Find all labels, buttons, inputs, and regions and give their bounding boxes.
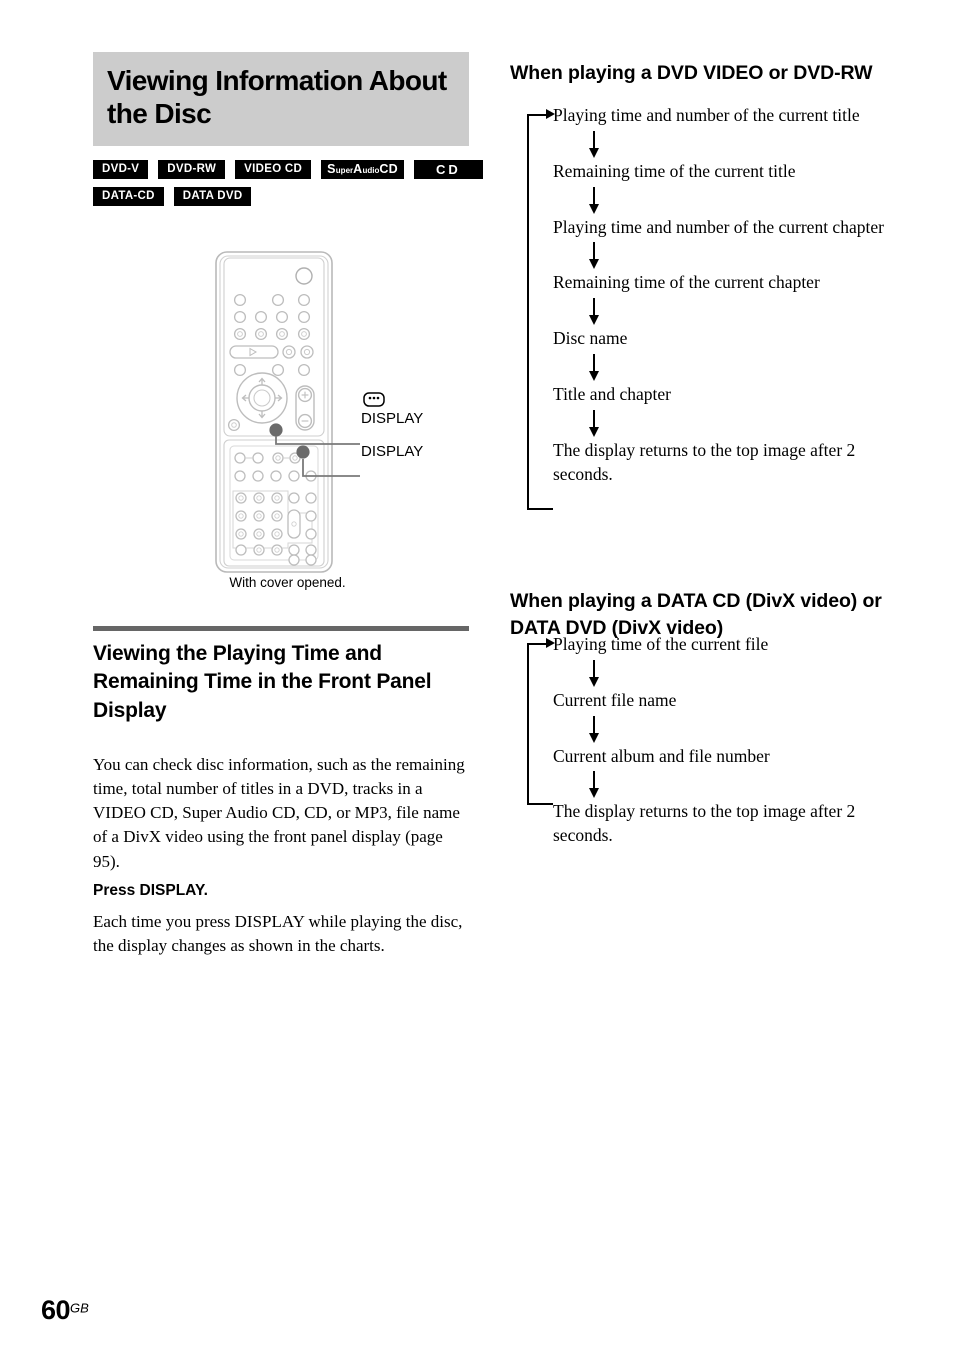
disc-badge-dvd-rw: DVD-RW: [158, 160, 226, 180]
flow-arrow-down-icon: [553, 352, 599, 382]
flow-chart-dvd: Playing time and number of the current t…: [510, 104, 910, 510]
sacd-a: A: [353, 162, 363, 177]
flow-arrow-down-icon: [553, 129, 599, 159]
flow-step: Current album and file number: [553, 745, 770, 766]
press-display-instruction: Press DISPLAY.: [93, 881, 208, 899]
flow-arrow-down-icon: [553, 296, 599, 326]
disc-badge-row-1: DVD-V DVD-RW VIDEO CD Super Audio CD CD: [93, 160, 483, 180]
page-footer: 60GB: [41, 1295, 89, 1326]
sacd-s: S: [327, 162, 336, 177]
left-column: Viewing Information About the Disc DVD-V…: [93, 52, 483, 214]
disc-badge-super-audio-cd: Super Audio CD: [321, 160, 405, 180]
disc-badge-dvd-v: DVD-V: [93, 160, 149, 180]
page-title: Viewing Information About the Disc: [107, 65, 447, 130]
display-button-bottom-marker: [296, 445, 310, 459]
disc-type-badge-group: DVD-V DVD-RW VIDEO CD Super Audio CD CD DA…: [93, 160, 483, 207]
flow-step: Remaining time of the current title: [553, 160, 796, 181]
remote-control-illustration: [200, 248, 470, 598]
flow-chart-data-disc: Playing time of the current file Current…: [510, 633, 910, 848]
disc-badge-row-2: DATA-CD DATA DVD: [93, 187, 469, 207]
callout-label-display-top: DISPLAY: [361, 410, 424, 427]
chapter-title-band: Viewing Information About the Disc: [93, 52, 469, 147]
sacd-uper: uper: [335, 166, 354, 176]
disc-badge-data-cd: DATA-CD: [93, 187, 164, 207]
disc-badge-data-dvd: DATA DVD: [173, 187, 252, 207]
section-body-paragraph-1: You can check disc information, such as …: [93, 755, 465, 871]
section-heading: Viewing the Playing Time and Remaining T…: [93, 642, 432, 722]
flow-arrow-down-icon: [553, 185, 599, 215]
page-region-code: GB: [70, 1300, 89, 1316]
display-button-top-marker: [269, 423, 283, 437]
section-divider: [93, 626, 469, 631]
sacd-cd: CD: [379, 162, 399, 177]
figure-caption: With cover opened.: [229, 575, 346, 590]
flow-step: Playing time and number of the current c…: [553, 216, 884, 237]
disc-badge-video-cd: VIDEO CD: [235, 160, 312, 180]
callout-label-display-bottom: DISPLAY: [361, 443, 424, 460]
flow-step: Playing time and number of the current t…: [553, 105, 860, 125]
sacd-udio: udio: [362, 166, 380, 176]
flow-step: Remaining time of the current chapter: [553, 272, 820, 293]
remote-control-svg: [215, 251, 360, 573]
flow-arrow-down-icon: [553, 408, 599, 438]
flow-step: Current file name: [553, 689, 677, 710]
page-number: 60: [41, 1295, 71, 1325]
flow-step: Disc name: [553, 328, 628, 349]
flow-step: Playing time of the current file: [553, 634, 769, 654]
flow-arrow-down-icon: [553, 769, 599, 799]
section-body-paragraph-2: Each time you press DISPLAY while playin…: [93, 912, 463, 956]
disc-badge-cd: CD: [414, 160, 483, 180]
flow-step-return: The display returns to the top image aft…: [553, 801, 856, 846]
flow-arrow-down-icon: [553, 658, 599, 688]
flow-step: Title and chapter: [553, 383, 671, 404]
flow-arrow-down-icon: [553, 240, 599, 270]
right-column-heading-dvd: When playing a DVD VIDEO or DVD-RW: [510, 62, 873, 85]
flow-step-return: The display returns to the top image aft…: [553, 439, 856, 484]
flow-arrow-down-icon: [553, 714, 599, 744]
